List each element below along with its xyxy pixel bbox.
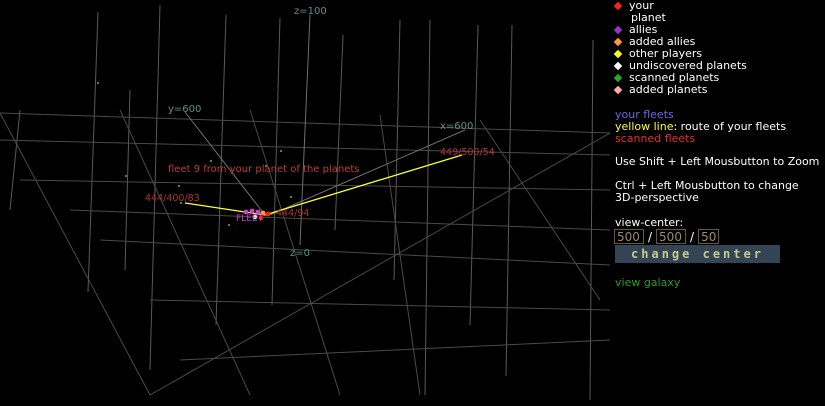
axes: [184, 14, 466, 246]
center-x-input[interactable]: [614, 229, 644, 244]
coordinate-label-right: 449/500/54: [440, 147, 495, 158]
coordinate-label-near: 444/94: [276, 208, 309, 219]
diamond-icon: [613, 61, 623, 71]
coordinate-label-left: 444/400/83: [145, 193, 200, 204]
center-y-input[interactable]: [656, 229, 687, 244]
view-center-inputs: / /: [614, 228, 720, 245]
perspective-hint-line-2: 3D-perspective: [615, 191, 699, 204]
view-galaxy-link[interactable]: view galaxy: [615, 276, 680, 289]
legend-item-added-planets: added planets: [612, 84, 825, 96]
legend-item-your-planet: your planet: [612, 0, 825, 24]
separator: /: [690, 229, 695, 244]
3d-space-view[interactable]: z=100 y=600 x=600 z=0 444/400/83 449/500…: [0, 0, 610, 406]
z-axis-top-label: z=100: [294, 6, 327, 17]
diamond-icon: [613, 37, 623, 47]
separator: /: [648, 229, 653, 244]
zoom-hint: Use Shift + Left Mousbutton to Zoom: [615, 155, 820, 168]
perspective-hint: Ctrl + Left Mousbutton to change 3D-pers…: [615, 180, 799, 204]
change-center-button[interactable]: change center: [615, 245, 780, 263]
galaxy-map-page: z=100 y=600 x=600 z=0 444/400/83 449/500…: [0, 0, 825, 406]
diamond-icon: [613, 25, 623, 35]
diamond-icon: [613, 49, 623, 59]
y-axis-label: y=600: [168, 104, 201, 115]
planet-tag[interactable]: FLEET: [236, 214, 264, 224]
diamond-icon: [613, 73, 623, 83]
x-axis-label: x=600: [440, 121, 473, 132]
legend-label: added planets: [629, 83, 708, 96]
diamond-icon: [613, 1, 623, 11]
scanned-fleets-label: scanned fleets: [615, 132, 696, 145]
diamond-icon: [613, 85, 623, 95]
center-z-input[interactable]: [698, 229, 720, 244]
fleet-label[interactable]: fleet 9 from your planet of the planets: [168, 164, 359, 175]
legend: your planet allies added allies other pl…: [612, 0, 825, 96]
z-axis-zero-label: z=0: [290, 248, 310, 259]
